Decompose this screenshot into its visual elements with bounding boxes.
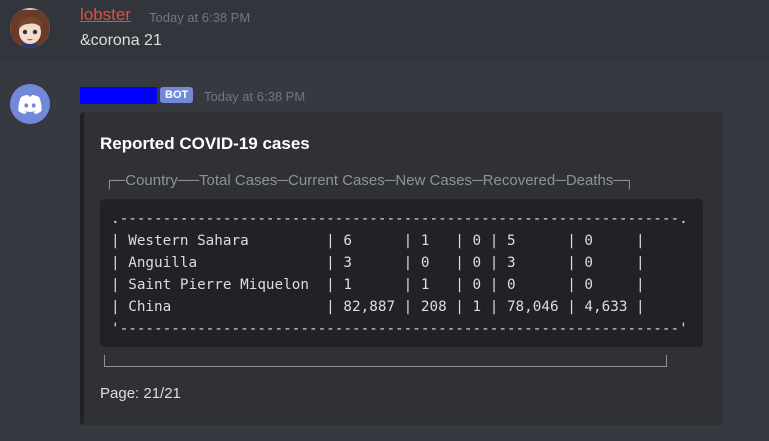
message-bot: BOT Today at 6:38 PM Reported COVID-19 c… bbox=[0, 60, 769, 441]
cases-table: .---------------------------------------… bbox=[111, 211, 688, 337]
bot-badge: BOT bbox=[160, 87, 194, 103]
code-block: .---------------------------------------… bbox=[100, 199, 703, 347]
table-footer-bracket bbox=[104, 355, 667, 367]
message-timestamp: Today at 6:38 PM bbox=[149, 10, 251, 25]
discord-logo-icon bbox=[18, 95, 42, 114]
embed: Reported COVID-19 cases ┌─Country──Total… bbox=[80, 112, 723, 425]
message-content: &corona 21 bbox=[80, 32, 162, 49]
message-user: lobster Today at 6:38 PM &corona 21 bbox=[0, 0, 769, 60]
bot-avatar[interactable] bbox=[10, 84, 50, 124]
embed-title: Reported COVID-19 cases bbox=[100, 134, 310, 153]
user-avatar[interactable] bbox=[10, 8, 50, 48]
page-indicator: Page: 21/21 bbox=[100, 385, 181, 402]
anime-avatar-icon bbox=[10, 8, 50, 48]
message-timestamp: Today at 6:38 PM bbox=[204, 89, 306, 104]
redacted-username bbox=[80, 87, 157, 104]
table-header: ┌─Country──Total Cases─Current Cases─New… bbox=[104, 172, 635, 189]
username[interactable]: lobster bbox=[80, 5, 131, 25]
